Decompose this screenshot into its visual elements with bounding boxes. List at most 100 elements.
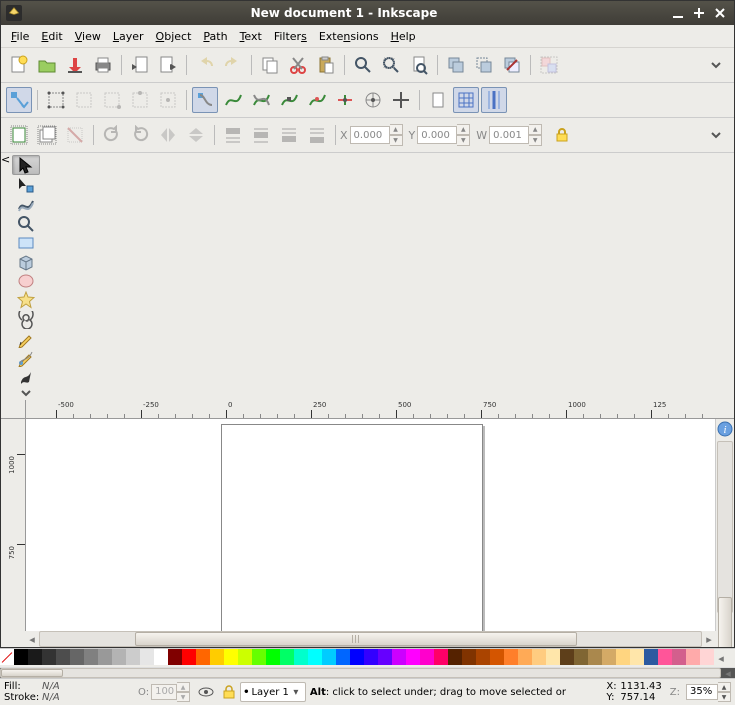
- maximize-button[interactable]: [690, 4, 708, 22]
- color-swatch[interactable]: [518, 649, 532, 665]
- zoom-tool[interactable]: [12, 214, 40, 232]
- layer-lock-button[interactable]: [222, 685, 236, 699]
- color-swatch[interactable]: [476, 649, 490, 665]
- color-swatch[interactable]: [364, 649, 378, 665]
- undo-button[interactable]: [192, 52, 218, 78]
- palette-menu-button[interactable]: ◂: [721, 667, 735, 680]
- color-swatch[interactable]: [420, 649, 434, 665]
- color-swatch[interactable]: [434, 649, 448, 665]
- color-swatch[interactable]: [322, 649, 336, 665]
- color-swatch[interactable]: [28, 649, 42, 665]
- color-swatch[interactable]: [70, 649, 84, 665]
- color-swatch[interactable]: [56, 649, 70, 665]
- color-swatch[interactable]: [406, 649, 420, 665]
- unlink-clone-button[interactable]: [499, 52, 525, 78]
- rotate-cw-button[interactable]: [127, 122, 153, 148]
- snap-grid-button[interactable]: [453, 87, 479, 113]
- spiral-tool[interactable]: [12, 310, 40, 328]
- toolbar-overflow-button[interactable]: [703, 52, 729, 78]
- snap-bbox-button[interactable]: [43, 87, 69, 113]
- ruler-corner[interactable]: [1, 400, 26, 419]
- color-swatch[interactable]: [490, 649, 504, 665]
- select-all-button[interactable]: [6, 122, 32, 148]
- color-swatch[interactable]: [686, 649, 700, 665]
- canvas-viewport[interactable]: [26, 419, 715, 631]
- snap-bbox-corner-button[interactable]: [99, 87, 125, 113]
- color-swatch[interactable]: [224, 649, 238, 665]
- color-swatch[interactable]: [336, 649, 350, 665]
- info-icon[interactable]: i: [717, 421, 733, 437]
- clone-button[interactable]: [471, 52, 497, 78]
- color-swatch[interactable]: [378, 649, 392, 665]
- 3dbox-tool[interactable]: [12, 253, 40, 271]
- horizontal-ruler[interactable]: -500-25002505007501000125: [26, 400, 716, 419]
- pencil-tool[interactable]: [12, 330, 40, 348]
- menu-extensions[interactable]: Extensions: [313, 28, 385, 45]
- color-swatch[interactable]: [392, 649, 406, 665]
- snap-page-border-button[interactable]: [425, 87, 451, 113]
- color-swatch[interactable]: [112, 649, 126, 665]
- copy-button[interactable]: [257, 52, 283, 78]
- snap-guide-button[interactable]: [481, 87, 507, 113]
- tweak-tool[interactable]: [12, 195, 40, 213]
- group-button[interactable]: [536, 52, 562, 78]
- color-swatch[interactable]: [574, 649, 588, 665]
- lower-button[interactable]: [276, 122, 302, 148]
- color-swatch[interactable]: [616, 649, 630, 665]
- vertical-scrollbar[interactable]: [717, 441, 733, 613]
- fill-stroke-indicator[interactable]: Fill:N/A Stroke:N/A: [4, 681, 134, 703]
- hscroll-left-button[interactable]: ◂: [25, 633, 39, 646]
- bezier-tool[interactable]: [12, 349, 40, 367]
- color-swatch[interactable]: [168, 649, 182, 665]
- palette-overflow-button[interactable]: ◂: [714, 649, 728, 667]
- color-swatch[interactable]: [658, 649, 672, 665]
- snap-midpoint-button[interactable]: [332, 87, 358, 113]
- flip-h-button[interactable]: [155, 122, 181, 148]
- raise-top-button[interactable]: [220, 122, 246, 148]
- color-swatch[interactable]: [154, 649, 168, 665]
- color-swatch[interactable]: [14, 649, 28, 665]
- color-swatch[interactable]: [588, 649, 602, 665]
- raise-button[interactable]: [248, 122, 274, 148]
- open-button[interactable]: [34, 52, 60, 78]
- menu-filters[interactable]: Filters: [268, 28, 313, 45]
- snap-nodes-button[interactable]: [192, 87, 218, 113]
- cut-button[interactable]: [285, 52, 311, 78]
- snap-intersection-button[interactable]: [248, 87, 274, 113]
- horizontal-scrollbar[interactable]: [39, 631, 702, 647]
- lock-aspect-button[interactable]: [549, 122, 575, 148]
- node-tool[interactable]: [12, 176, 40, 194]
- star-tool[interactable]: [12, 291, 40, 309]
- layer-visibility-button[interactable]: [198, 684, 214, 700]
- toolbox-more-button[interactable]: [12, 387, 40, 399]
- color-swatch[interactable]: [560, 649, 574, 665]
- color-swatch[interactable]: [294, 649, 308, 665]
- snap-enable-button[interactable]: [6, 87, 32, 113]
- horizontal-scrollbar-thumb[interactable]: [135, 632, 577, 646]
- menu-file[interactable]: File: [5, 28, 35, 45]
- import-button[interactable]: [127, 52, 153, 78]
- new-document-button[interactable]: [6, 52, 32, 78]
- menu-object[interactable]: Object: [150, 28, 198, 45]
- menu-path[interactable]: Path: [197, 28, 233, 45]
- ellipse-tool[interactable]: [12, 272, 40, 290]
- color-swatch[interactable]: [644, 649, 658, 665]
- color-swatch[interactable]: [252, 649, 266, 665]
- close-button[interactable]: [711, 4, 729, 22]
- color-swatch[interactable]: [84, 649, 98, 665]
- hscroll-right-button[interactable]: ▸: [702, 633, 716, 646]
- zoom-selection-button[interactable]: [350, 52, 376, 78]
- snap-bbox-midpoint-button[interactable]: [127, 87, 153, 113]
- calligraphy-tool[interactable]: [12, 368, 40, 386]
- color-swatch[interactable]: [196, 649, 210, 665]
- opacity-field[interactable]: O: 100 ▲▼: [138, 682, 190, 702]
- save-button[interactable]: [62, 52, 88, 78]
- color-swatch[interactable]: [42, 649, 56, 665]
- rotate-ccw-button[interactable]: [99, 122, 125, 148]
- color-swatch[interactable]: [448, 649, 462, 665]
- color-swatch[interactable]: [140, 649, 154, 665]
- x-coord-field[interactable]: X0.000▲▼: [340, 124, 403, 146]
- color-swatch[interactable]: [210, 649, 224, 665]
- snap-rotation-center-button[interactable]: [388, 87, 414, 113]
- menu-layer[interactable]: Layer: [107, 28, 150, 45]
